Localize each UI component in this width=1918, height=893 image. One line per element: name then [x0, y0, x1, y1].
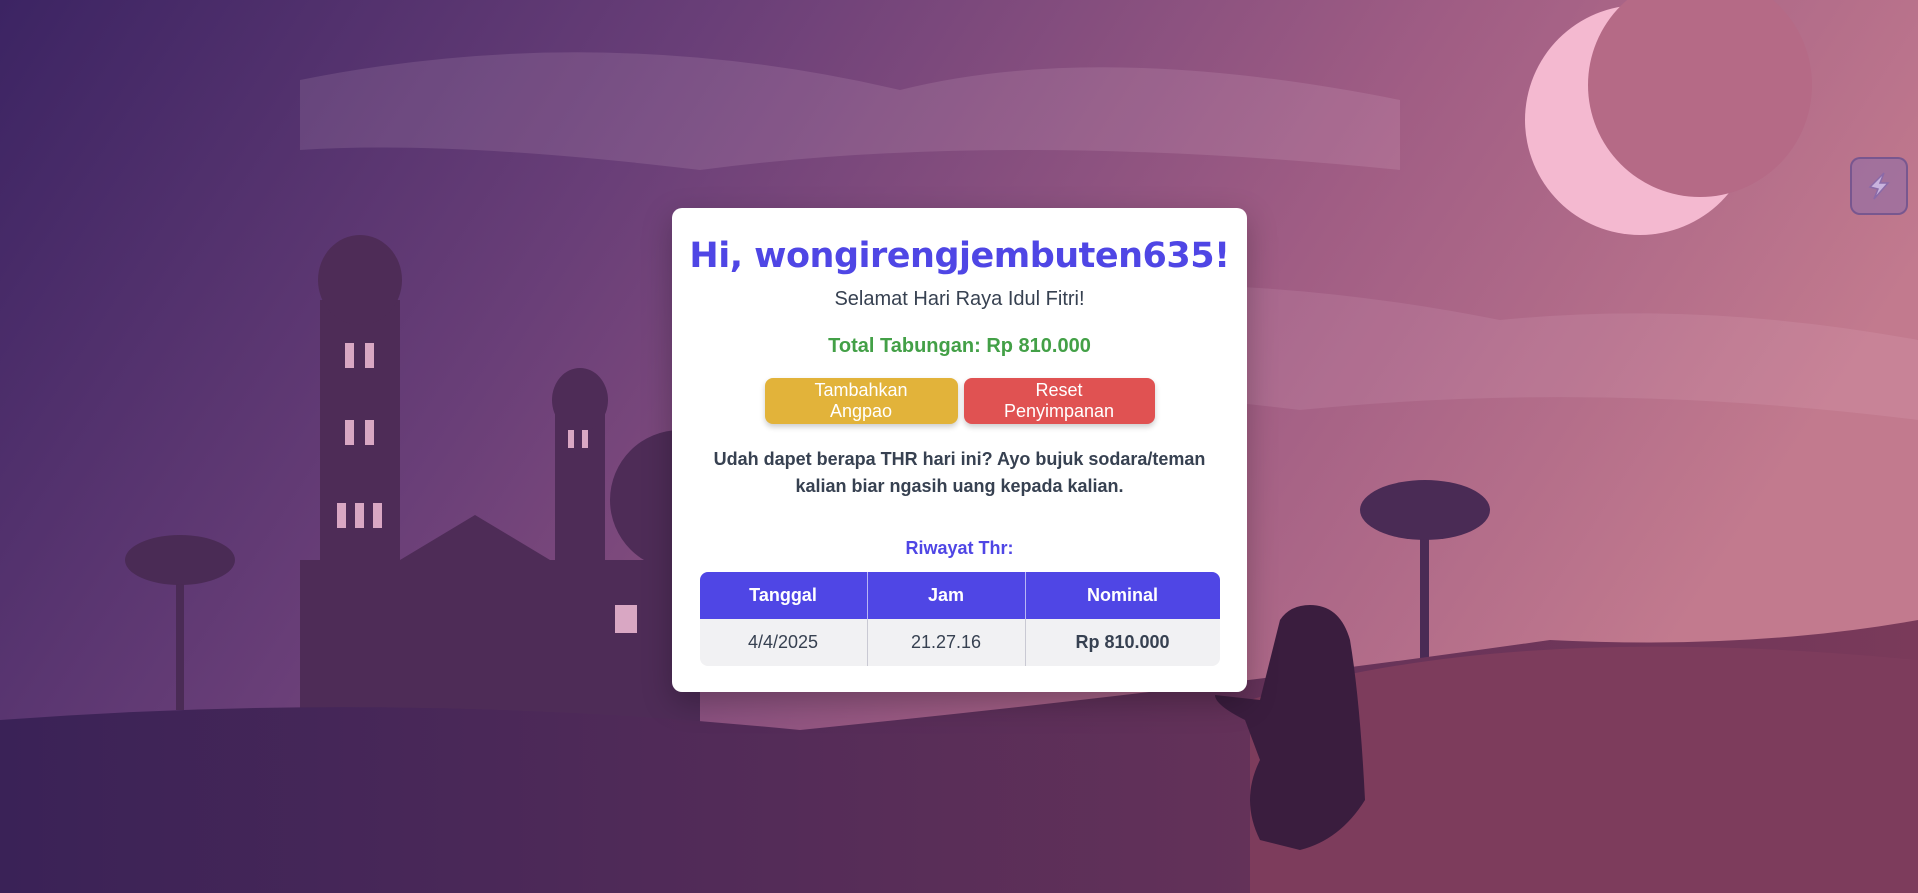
reset-storage-button[interactable]: Reset Penyimpanan [963, 378, 1155, 424]
cell-amount: Rp 810.000 [1025, 619, 1220, 666]
cell-time: 21.27.16 [867, 619, 1026, 666]
thr-card: Hi, wongirengjembuten635! Selamat Hari R… [672, 208, 1247, 692]
add-angpao-button[interactable]: Tambahkan Angpao [764, 378, 958, 424]
greeting-title: Hi, wongirengjembuten635! [689, 236, 1230, 276]
table-header-row: Tanggal Jam Nominal [699, 572, 1220, 619]
history-title: Riwayat Thr: [905, 538, 1014, 558]
table-row: 4/4/2025 21.27.16 Rp 810.000 [699, 619, 1220, 666]
cell-date: 4/4/2025 [699, 619, 868, 666]
total-savings-value: Rp 810.000 [986, 335, 1091, 357]
lightning-icon [1868, 172, 1890, 200]
side-lightning-button[interactable] [1850, 157, 1908, 215]
info-message: Udah dapet berapa THR hari ini? Ayo buju… [713, 449, 1206, 496]
history-table: Tanggal Jam Nominal 4/4/2025 21.27.16 Rp… [699, 572, 1220, 666]
column-header-time: Jam [867, 572, 1026, 619]
total-savings-label: Total Tabungan: [828, 335, 981, 357]
action-buttons: Tambahkan Angpao Reset Penyimpanan [672, 378, 1247, 424]
column-header-amount: Nominal [1025, 572, 1220, 619]
column-header-date: Tanggal [699, 572, 868, 619]
greeting-subtitle: Selamat Hari Raya Idul Fitri! [834, 288, 1085, 310]
total-savings: Total Tabungan: Rp 810.000 [672, 335, 1247, 358]
